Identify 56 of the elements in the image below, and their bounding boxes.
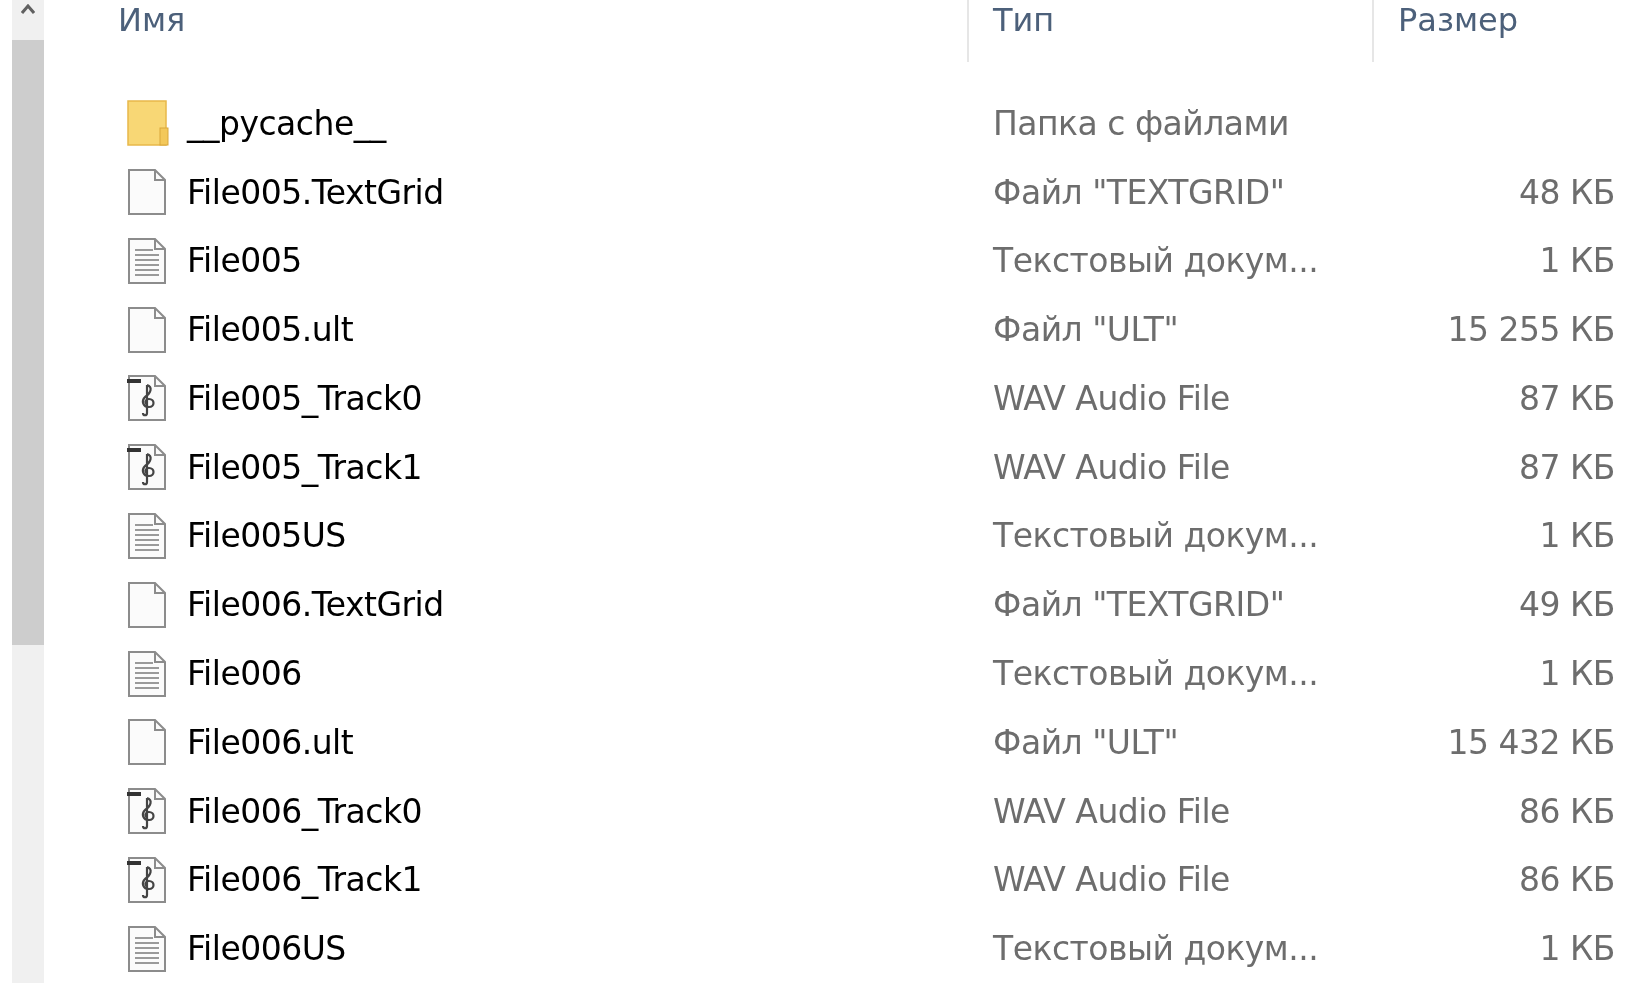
text-file-icon — [127, 512, 169, 559]
file-type: Текстовый докум... — [992, 929, 1320, 969]
file-size: 15 255 КБ — [1447, 310, 1616, 350]
file-type: Текстовый докум... — [992, 241, 1320, 281]
file-type: WAV Audio File — [992, 447, 1231, 487]
column-header[interactable]: Тип — [969, 0, 1055, 40]
file-size: 1 КБ — [1539, 929, 1616, 969]
file-type: Текстовый докум... — [992, 654, 1320, 693]
file-type: WAV Audio File — [992, 791, 1231, 831]
file-type: Файл "TEXTGRID" — [992, 585, 1286, 625]
audio-file-icon — [127, 788, 169, 835]
file-type: Файл "TEXTGRID" — [992, 172, 1286, 212]
file-size: 1 КБ — [1539, 516, 1616, 556]
folder-icon — [127, 100, 169, 147]
audio-file-icon — [127, 375, 169, 422]
file-size: 87 КБ — [1518, 378, 1616, 418]
file-name[interactable]: File006_Track1 — [187, 860, 423, 900]
column-header[interactable]: Имя — [110, 0, 186, 40]
file-type: Файл "ULT" — [992, 722, 1180, 762]
file-name[interactable]: File006.ult — [187, 722, 354, 762]
file-size: 86 КБ — [1518, 860, 1616, 900]
file-name[interactable]: File005 — [187, 241, 302, 281]
file-size: 49 КБ — [1518, 585, 1616, 625]
file-name[interactable]: File005.ult — [187, 310, 354, 350]
file-size: 1 КБ — [1539, 654, 1616, 693]
file-size: 15 432 КБ — [1447, 722, 1616, 762]
file-name[interactable]: File005_Track0 — [187, 378, 423, 418]
file-size: 87 КБ — [1518, 447, 1616, 487]
file-type: WAV Audio File — [992, 378, 1231, 418]
file-type: Папка с файлами — [992, 103, 1290, 143]
file-name[interactable]: File006US — [187, 929, 346, 969]
text-file-icon — [127, 925, 169, 972]
file-size: 48 КБ — [1518, 172, 1616, 212]
scrollbar[interactable] — [12, 0, 44, 983]
file-size: 86 КБ — [1518, 791, 1616, 831]
file-name[interactable]: File006.TextGrid — [187, 585, 444, 625]
audio-file-icon — [127, 856, 169, 903]
file-type: WAV Audio File — [992, 860, 1231, 900]
file-name[interactable]: __pycache__ — [187, 103, 386, 143]
file-name[interactable]: File005US — [187, 516, 346, 556]
audio-file-icon — [127, 444, 169, 491]
file-type: Текстовый докум... — [992, 516, 1320, 556]
file-type: Файл "ULT" — [992, 310, 1180, 350]
file-name[interactable]: File006 — [187, 654, 302, 693]
file-name[interactable]: File005.TextGrid — [187, 172, 444, 212]
blank-file-icon — [127, 306, 169, 353]
file-name[interactable]: File006_Track0 — [187, 791, 423, 831]
text-file-icon — [127, 237, 169, 284]
file-name[interactable]: File005_Track1 — [187, 447, 423, 487]
column-header[interactable]: Размер — [1374, 0, 1519, 40]
blank-file-icon — [127, 169, 169, 216]
blank-file-icon — [127, 719, 169, 766]
blank-file-icon — [127, 581, 169, 628]
text-file-icon — [127, 650, 169, 697]
scrollbar-thumb[interactable] — [12, 40, 44, 645]
file-size: 1 КБ — [1539, 241, 1616, 281]
